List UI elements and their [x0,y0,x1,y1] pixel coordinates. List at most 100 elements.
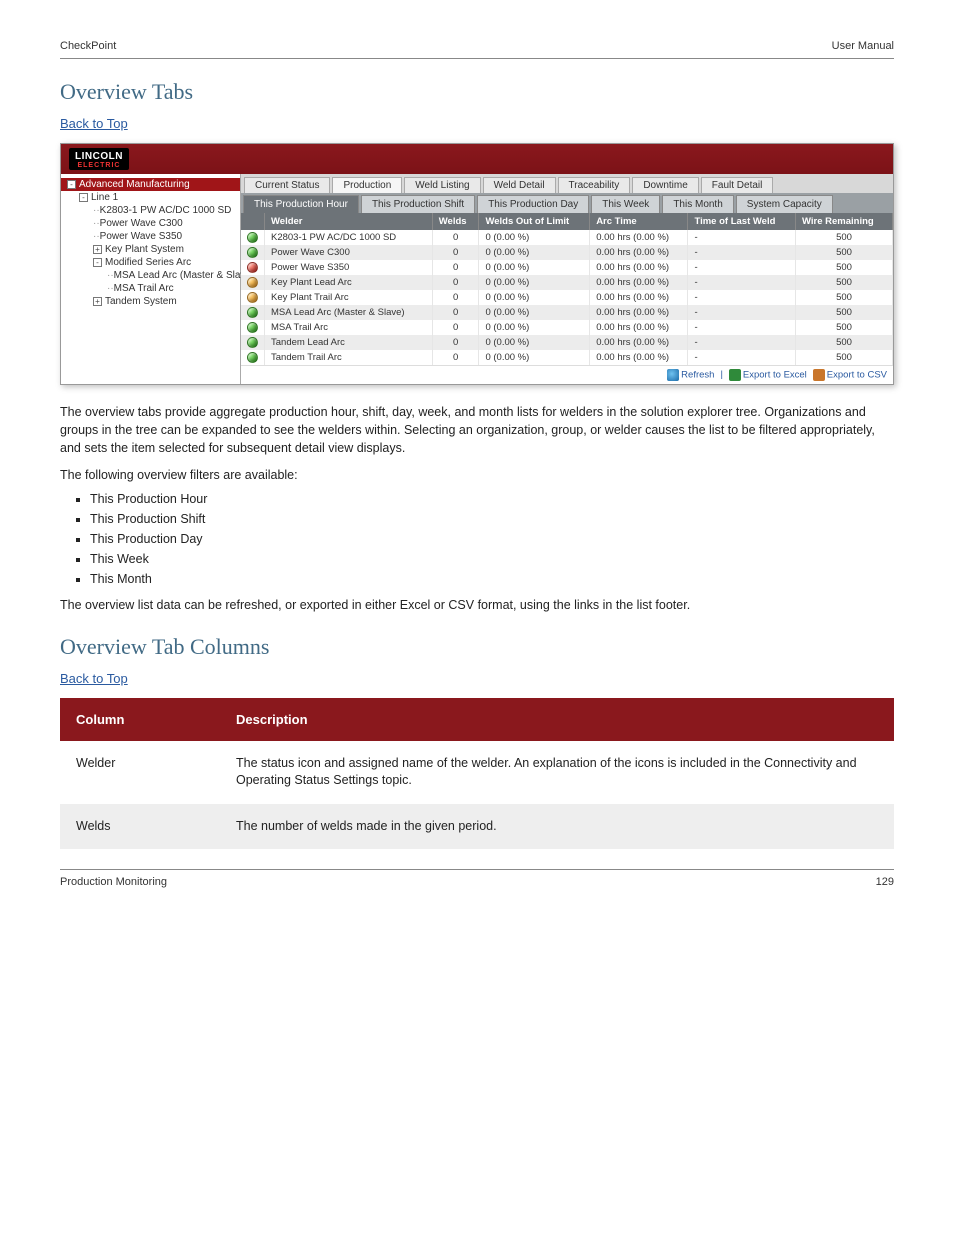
tree-item[interactable]: -Advanced Manufacturing [61,178,240,191]
cell: - [688,275,796,290]
grid-column-header[interactable]: Wire Remaining [795,213,892,230]
table-row[interactable]: Key Plant Trail Arc00 (0.00 %)0.00 hrs (… [241,290,893,305]
tab[interactable]: Downtime [632,177,698,193]
tab[interactable]: Weld Listing [404,177,480,193]
table-row: WelderThe status icon and assigned name … [60,741,894,804]
grid-column-header[interactable]: Welder [265,213,433,230]
table-row[interactable]: Tandem Trail Arc00 (0.00 %)0.00 hrs (0.0… [241,350,893,365]
subtab[interactable]: System Capacity [736,195,833,213]
tree-item-label: Power Wave S350 [100,231,182,242]
table-row[interactable]: K2803-1 PW AC/DC 1000 SD00 (0.00 %)0.00 … [241,230,893,245]
tree-item[interactable]: -Line 1 [61,191,240,204]
cell: 500 [795,350,892,365]
subtab[interactable]: This Production Shift [361,195,475,213]
tree-item[interactable]: +Key Plant System [61,243,240,256]
tab[interactable]: Fault Detail [701,177,774,193]
tab[interactable]: Current Status [244,177,330,193]
tree-expander-icon[interactable]: + [93,297,102,306]
subtab[interactable]: This Month [662,195,733,213]
tree-expander-icon[interactable]: + [93,245,102,254]
embedded-screenshot: LINCOLN ELECTRIC -Advanced Manufacturing… [60,143,894,385]
overview-export-text: The overview list data can be refreshed,… [60,596,894,614]
tree-item[interactable]: ·· Power Wave C300 [61,217,240,230]
tree-item[interactable]: ·· MSA Lead Arc (Master & Slave) [61,269,240,282]
cell: - [688,305,796,320]
list-item: This Production Shift [90,512,894,526]
export-excel-link[interactable]: Export to Excel [729,369,807,381]
table-row[interactable]: Tandem Lead Arc00 (0.00 %)0.00 hrs (0.00… [241,335,893,350]
tree-item[interactable]: -Modified Series Arc [61,256,240,269]
cell: Power Wave S350 [265,260,433,275]
doc-footer: Production Monitoring 129 [60,869,894,888]
tree-item[interactable]: +Tandem System [61,295,240,308]
tree-item-label: Tandem System [105,296,177,307]
cell: - [688,260,796,275]
cell: 500 [795,290,892,305]
tree-expander-icon[interactable]: - [79,193,88,202]
column-description: The number of welds made in the given pe… [220,804,894,850]
cell: 0 [432,305,479,320]
tree-item[interactable]: ·· K2803-1 PW AC/DC 1000 SD [61,204,240,217]
cell: - [688,245,796,260]
grid-column-header[interactable]: Arc Time [590,213,688,230]
refresh-link[interactable]: Refresh [667,369,714,381]
cell: 0.00 hrs (0.00 %) [590,230,688,245]
table-row: WeldsThe number of welds made in the giv… [60,804,894,850]
status-icon [247,322,258,333]
cell: 0 [432,260,479,275]
tree-item-label: Line 1 [91,192,118,203]
export-csv-link[interactable]: Export to CSV [813,369,887,381]
tree-expander-icon[interactable]: - [67,180,76,189]
tree-item[interactable]: ·· Power Wave S350 [61,230,240,243]
subtab[interactable]: This Week [591,195,660,213]
cell: 500 [795,260,892,275]
status-icon [247,262,258,273]
tab[interactable]: Weld Detail [483,177,556,193]
cell: 500 [795,275,892,290]
tab[interactable]: Traceability [558,177,631,193]
list-item: This Production Hour [90,492,894,506]
cell: - [688,290,796,305]
column-description: The status icon and assigned name of the… [220,741,894,804]
cell: K2803-1 PW AC/DC 1000 SD [265,230,433,245]
cell: 0.00 hrs (0.00 %) [590,335,688,350]
cell: 0.00 hrs (0.00 %) [590,275,688,290]
tree-item-label: Advanced Manufacturing [79,179,190,190]
column-name: Welds [60,804,220,850]
table-row[interactable]: Power Wave S35000 (0.00 %)0.00 hrs (0.00… [241,260,893,275]
status-icon [247,292,258,303]
cell: - [688,320,796,335]
tab[interactable]: Production [332,177,402,193]
status-icon [247,352,258,363]
tree-item[interactable]: ·· MSA Trail Arc [61,282,240,295]
subtab[interactable]: This Production Day [477,195,589,213]
main-panel: Current StatusProductionWeld ListingWeld… [241,174,893,384]
section-overview-tabs: Overview Tabs Back to Top [60,79,894,133]
subtab[interactable]: This Production Hour [243,195,359,213]
excel-icon [729,369,741,381]
cell: 0.00 hrs (0.00 %) [590,290,688,305]
cell: 0.00 hrs (0.00 %) [590,305,688,320]
app-body: -Advanced Manufacturing-Line 1·· K2803-1… [61,174,893,384]
table-row[interactable]: MSA Lead Arc (Master & Slave)00 (0.00 %)… [241,305,893,320]
col-header-description: Description [220,698,894,741]
back-to-top-link[interactable]: Back to Top [60,116,128,131]
table-row[interactable]: MSA Trail Arc00 (0.00 %)0.00 hrs (0.00 %… [241,320,893,335]
cell: 0 (0.00 %) [479,245,590,260]
table-row[interactable]: Key Plant Lead Arc00 (0.00 %)0.00 hrs (0… [241,275,893,290]
back-to-top-link[interactable]: Back to Top [60,671,128,686]
grid-column-header[interactable]: Time of Last Weld [688,213,796,230]
section-title: Overview Tab Columns [60,634,894,660]
tree-expander-icon[interactable]: - [93,258,102,267]
cell: 0 [432,245,479,260]
grid-column-header[interactable]: Welds [432,213,479,230]
cell: 0 (0.00 %) [479,275,590,290]
status-icon [247,232,258,243]
footer-left: Production Monitoring [60,876,167,888]
cell: Tandem Trail Arc [265,350,433,365]
grid-column-header[interactable]: Welds Out of Limit [479,213,590,230]
status-icon [247,307,258,318]
columns-table: Column Description WelderThe status icon… [60,698,894,850]
cell: Key Plant Lead Arc [265,275,433,290]
table-row[interactable]: Power Wave C30000 (0.00 %)0.00 hrs (0.00… [241,245,893,260]
